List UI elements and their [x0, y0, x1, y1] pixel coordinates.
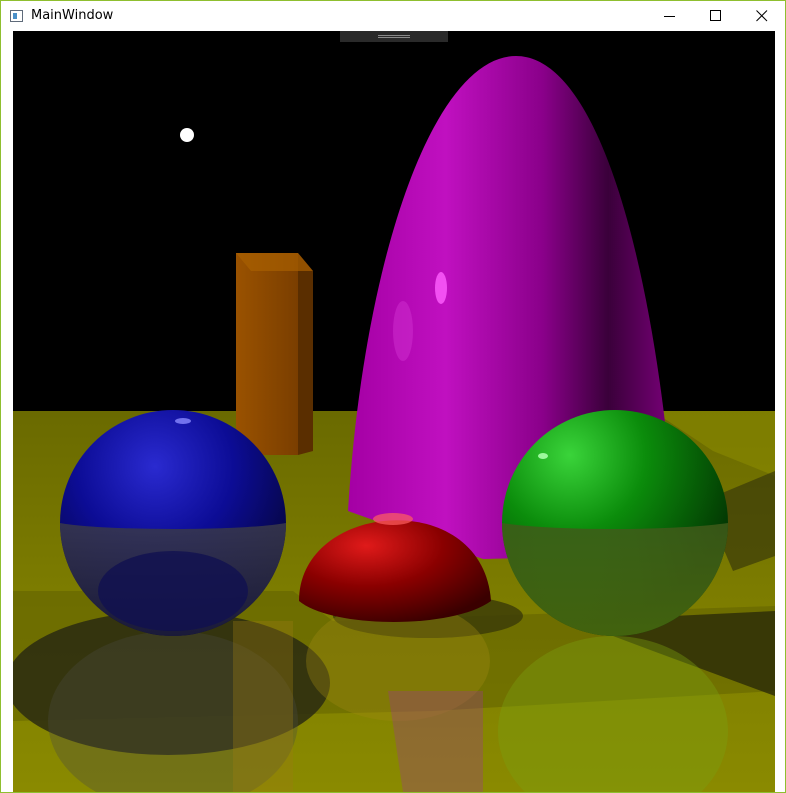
paraboloid-reflection-streak: [393, 301, 413, 361]
grip-icon: [378, 35, 410, 38]
splitter-handle[interactable]: [340, 31, 448, 42]
raytrace-viewport[interactable]: [13, 31, 775, 792]
window-app-icon[interactable]: [10, 10, 23, 22]
box-reflection: [233, 621, 293, 792]
maximize-button[interactable]: [693, 1, 739, 31]
blue-sphere-inner-shadow: [98, 551, 248, 631]
raytraced-scene: [13, 56, 775, 792]
orange-box-front: [236, 253, 298, 455]
paraboloid-reflection: [388, 691, 483, 792]
green-sphere-specular: [538, 453, 548, 459]
paraboloid-specular: [435, 272, 447, 304]
main-window: MainWindow: [0, 0, 786, 793]
minimize-icon: [664, 16, 675, 17]
minimize-button[interactable]: [647, 1, 693, 31]
title-bar[interactable]: MainWindow: [1, 1, 785, 31]
blue-sphere-specular: [175, 418, 191, 424]
orange-box-side: [298, 253, 313, 455]
maximize-icon: [710, 10, 721, 21]
window-title: MainWindow: [31, 8, 114, 23]
close-icon: [756, 10, 768, 22]
light-source: [180, 128, 194, 142]
app-icon-panel: [13, 13, 17, 19]
red-hemisphere-specular: [373, 513, 413, 525]
close-button[interactable]: [739, 1, 785, 31]
